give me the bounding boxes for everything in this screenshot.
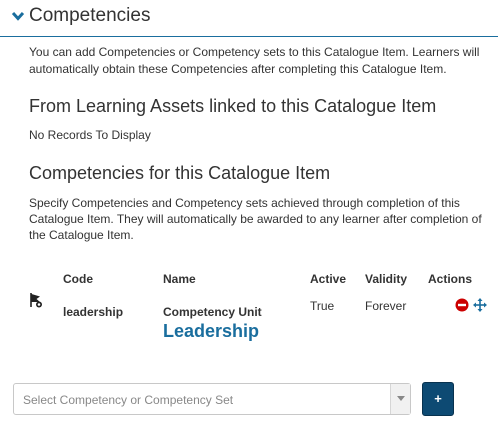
competency-name-link[interactable]: Leadership xyxy=(163,321,259,342)
catalogue-competencies-description: Specify Competencies and Competency sets… xyxy=(29,196,482,242)
column-header-name[interactable]: Name xyxy=(163,272,196,286)
add-competency-button[interactable]: + xyxy=(422,382,454,416)
competency-select-placeholder: Select Competency or Competency Set xyxy=(23,393,234,407)
caret-down-icon xyxy=(397,396,405,401)
select-dropdown-toggle[interactable] xyxy=(390,384,410,414)
column-header-active[interactable]: Active xyxy=(310,272,346,286)
section-intro-text: You can add Competencies or Competency s… xyxy=(29,45,480,76)
chevron-down-icon[interactable] xyxy=(11,9,25,23)
competency-type: Competency Unit xyxy=(163,305,262,319)
column-header-code[interactable]: Code xyxy=(63,272,93,286)
competency-active: True xyxy=(310,299,335,313)
competency-flag-icon xyxy=(30,293,42,308)
section-title: Competencies xyxy=(29,5,151,26)
remove-icon[interactable] xyxy=(455,298,469,312)
competency-code: leadership xyxy=(63,305,124,319)
move-icon[interactable] xyxy=(473,298,487,312)
learning-assets-heading: From Learning Assets linked to this Cata… xyxy=(29,96,437,116)
competency-validity: Forever xyxy=(365,299,407,313)
no-records-text: No Records To Display xyxy=(29,128,151,142)
column-header-actions: Actions xyxy=(428,272,473,286)
column-header-validity[interactable]: Validity xyxy=(365,272,407,286)
catalogue-competencies-heading: Competencies for this Catalogue Item xyxy=(29,163,331,183)
competency-select[interactable]: Select Competency or Competency Set xyxy=(13,383,411,415)
section-header[interactable]: Competencies xyxy=(0,0,498,37)
